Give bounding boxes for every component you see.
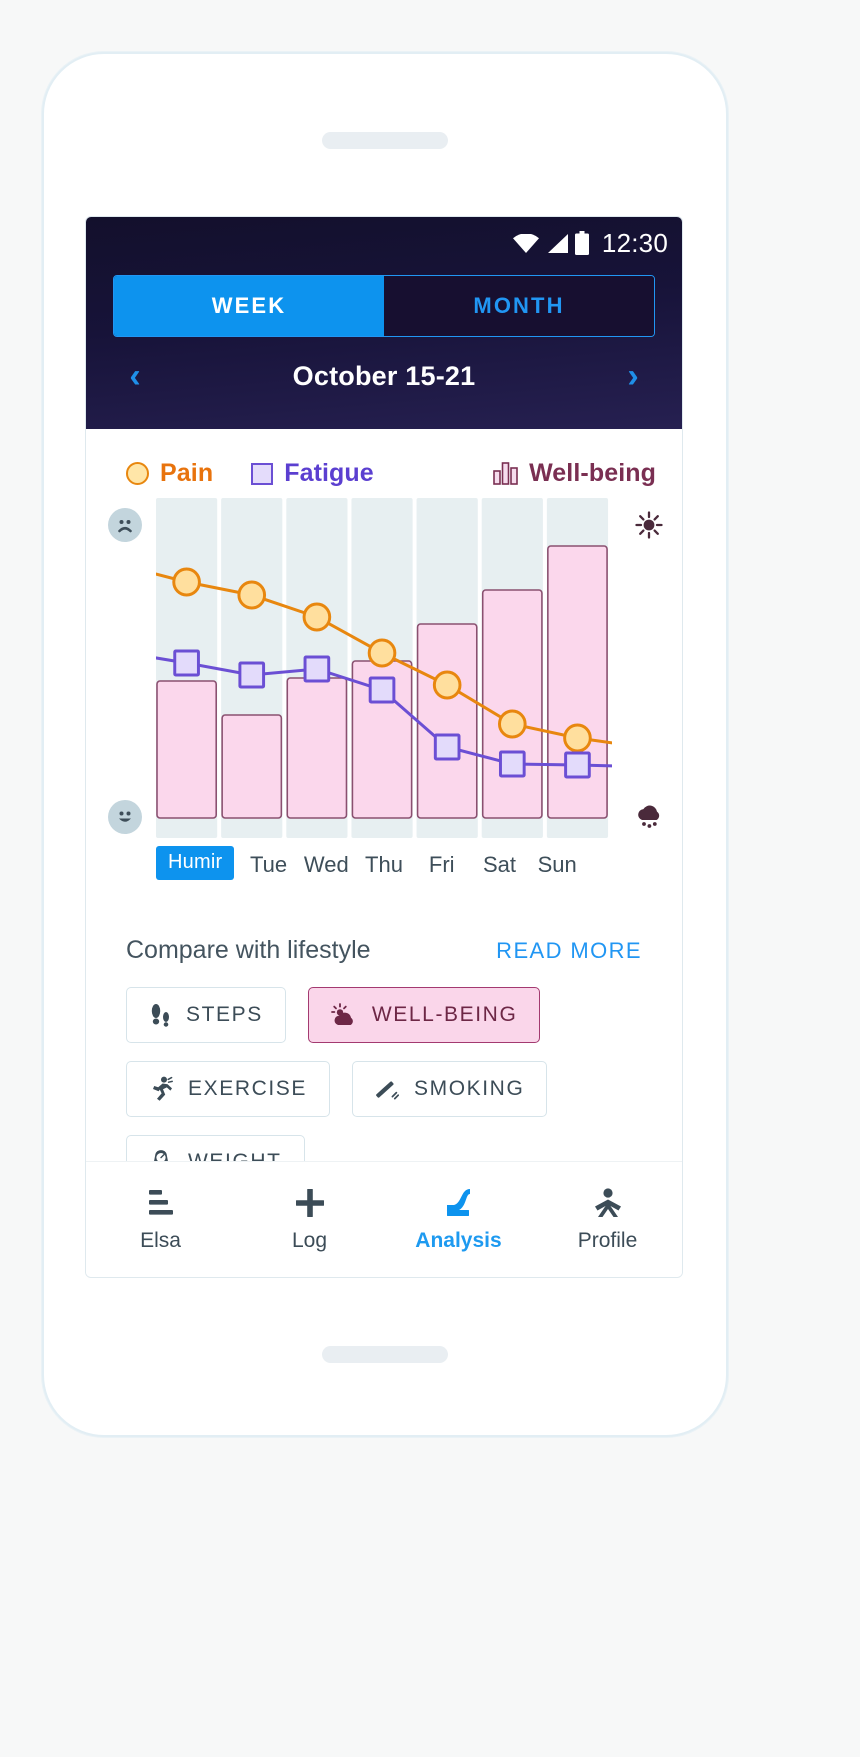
nav-label-profile: Profile <box>577 1228 638 1252</box>
chip-label-well-being: WELL-BEING <box>371 1003 518 1026</box>
status-bar: 12:30 <box>86 217 682 269</box>
legend-item-fatigue[interactable]: Fatigue <box>251 459 374 488</box>
fatigue-square-icon <box>251 462 274 485</box>
chart-container: Humir Mon Tue Wed Thu Fri Sat Sun <box>86 498 682 898</box>
nav-item-profile[interactable]: Profile <box>533 1187 682 1253</box>
chip-row-1: STEPS WELL-BEING <box>126 987 642 1043</box>
day-label-sun: Sun <box>537 852 577 877</box>
legend-label-pain: Pain <box>160 459 214 487</box>
chip-exercise[interactable]: EXERCISE <box>126 1061 330 1117</box>
cigarette-icon <box>376 1081 399 1100</box>
lifestyle-chip-group: STEPS WELL-BEING EXERCISE SMOKING <box>86 965 682 1189</box>
chart-day-labels: Mon Tue Wed Thu Fri Sat Sun <box>182 852 586 878</box>
day-label-fri: Fri <box>428 852 455 877</box>
tab-month[interactable]: MONTH <box>384 276 654 336</box>
day-label-sat: Sat <box>482 852 516 877</box>
nav-label-elsa: Elsa <box>140 1228 181 1252</box>
pain-circle-icon <box>126 462 149 485</box>
running-person-icon <box>153 1076 173 1101</box>
wifi-icon <box>512 233 539 253</box>
sun-cloud-icon <box>330 1003 353 1025</box>
nav-item-elsa[interactable]: Elsa <box>86 1187 235 1253</box>
nav-label-log: Log <box>291 1228 328 1252</box>
date-range-label: October 15-21 <box>292 360 476 391</box>
legend-label-fatigue: Fatigue <box>284 459 374 487</box>
list-lines-icon <box>148 1189 173 1215</box>
bottom-navigation: Elsa Log Analysis Profile <box>86 1161 682 1277</box>
nav-item-analysis[interactable]: Analysis <box>384 1187 533 1253</box>
nav-label-analysis: Analysis <box>415 1228 502 1252</box>
chip-row-2: EXERCISE SMOKING <box>126 1061 642 1117</box>
chip-label-smoking: SMOKING <box>414 1077 525 1100</box>
period-segmented-control[interactable]: WEEK MONTH <box>113 275 655 337</box>
rain-cloud-icon <box>632 800 666 834</box>
person-icon <box>594 1187 621 1217</box>
chip-steps[interactable]: STEPS <box>126 987 286 1043</box>
tab-week[interactable]: WEEK <box>114 276 384 336</box>
curve-chart-icon <box>446 1188 470 1216</box>
status-bar-time: 12:30 <box>601 227 668 258</box>
read-more-link[interactable]: READ MORE <box>496 938 642 964</box>
day-label-tue: Tue <box>250 852 288 877</box>
compare-title: Compare with lifestyle <box>126 936 371 964</box>
sad-face-icon <box>108 508 142 542</box>
next-period-button[interactable]: › <box>618 359 648 393</box>
app-header: 12:30 WEEK MONTH ‹ October 15-21 › <box>86 217 682 429</box>
cellular-signal-icon <box>547 233 568 253</box>
status-bar-icons <box>512 231 589 255</box>
chip-label-steps: STEPS <box>186 1003 263 1026</box>
chip-smoking[interactable]: SMOKING <box>352 1061 548 1117</box>
plus-icon <box>295 1188 324 1217</box>
date-navigation: ‹ October 15-21 › <box>86 337 682 393</box>
nav-item-log[interactable]: Log <box>235 1187 384 1253</box>
chart-legend: Pain Fatigue Well-being <box>86 429 682 498</box>
screenshot-stage: 12:30 WEEK MONTH ‹ October 15-21 › Pain … <box>0 0 860 1757</box>
chart-plot-area <box>156 498 612 838</box>
phone-speaker-top <box>322 132 448 149</box>
footprints-icon <box>151 1004 169 1027</box>
happy-face-icon <box>108 800 142 834</box>
phone-screen: 12:30 WEEK MONTH ‹ October 15-21 › Pain … <box>85 216 683 1278</box>
sun-icon <box>632 508 666 542</box>
legend-item-pain[interactable]: Pain <box>126 459 213 488</box>
chip-label-exercise: EXERCISE <box>188 1077 307 1100</box>
day-label-wed: Wed <box>303 852 349 877</box>
bar-chart-icon <box>493 462 518 485</box>
battery-icon <box>574 231 589 255</box>
day-label-thu: Thu <box>365 852 403 877</box>
previous-period-button[interactable]: ‹ <box>120 359 150 393</box>
legend-label-wellbeing: Well-being <box>529 459 656 487</box>
chip-well-being[interactable]: WELL-BEING <box>307 987 541 1043</box>
phone-home-indicator <box>322 1346 448 1363</box>
legend-item-wellbeing[interactable]: Well-being <box>493 459 656 488</box>
compare-section-header: Compare with lifestyle READ MORE <box>86 898 682 965</box>
wellbeing-pain-fatigue-chart[interactable] <box>156 498 612 838</box>
medication-badge-humir[interactable]: Humir <box>156 846 235 880</box>
